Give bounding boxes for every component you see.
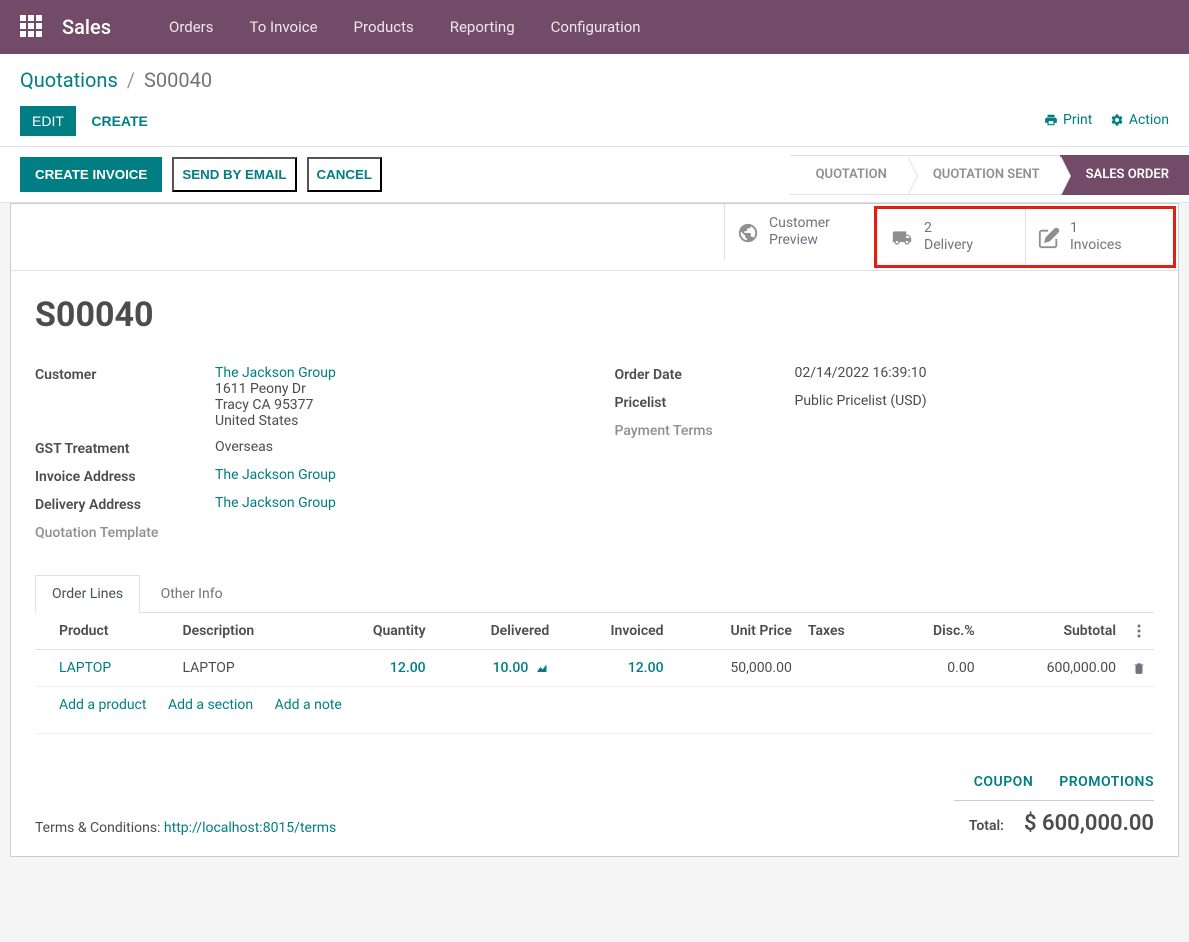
- step-quotation[interactable]: QUOTATION: [790, 155, 907, 195]
- table-row[interactable]: LAPTOP LAPTOP 12.00 10.00 12.00 50,000.0…: [35, 650, 1154, 687]
- promotions-link[interactable]: PROMOTIONS: [1059, 774, 1154, 790]
- tab-other-info[interactable]: Other Info: [144, 575, 240, 612]
- breadcrumb: Quotations / S00040: [20, 68, 1169, 92]
- row-actions: Add a product Add a section Add a note: [35, 687, 1154, 734]
- gst-label: GST Treatment: [35, 439, 215, 457]
- button-box: Customer Preview 2 Delivery 1: [11, 204, 1178, 271]
- create-button[interactable]: CREATE: [79, 106, 160, 136]
- highlighted-stat-group: 2 Delivery 1 Invoices: [874, 206, 1176, 268]
- chart-icon: [535, 662, 549, 674]
- add-product[interactable]: Add a product: [59, 697, 146, 713]
- tabs: Order Lines Other Info: [35, 575, 1154, 613]
- edit-button[interactable]: EDIT: [20, 106, 76, 136]
- statusbar: CREATE INVOICE SEND BY EMAIL CANCEL QUOT…: [0, 147, 1189, 203]
- delivery-addr-link[interactable]: The Jackson Group: [215, 495, 336, 511]
- topbar: Sales Orders To Invoice Products Reporti…: [0, 0, 1189, 54]
- col-invoiced: Invoiced: [557, 613, 671, 650]
- customer-label: Customer: [35, 365, 215, 383]
- invoice-addr-link[interactable]: The Jackson Group: [215, 467, 336, 483]
- line-delivered[interactable]: 10.00: [434, 650, 558, 687]
- breadcrumb-root[interactable]: Quotations: [20, 68, 118, 92]
- invoice-addr-label: Invoice Address: [35, 467, 215, 485]
- nav-configuration[interactable]: Configuration: [533, 18, 659, 36]
- form-sheet: Customer Preview 2 Delivery 1: [10, 203, 1179, 857]
- line-subtotal: 600,000.00: [983, 650, 1124, 687]
- print-icon: [1044, 113, 1058, 127]
- col-delivered: Delivered: [434, 613, 558, 650]
- step-sales-order[interactable]: SALES ORDER: [1060, 155, 1189, 195]
- line-quantity[interactable]: 12.00: [320, 650, 434, 687]
- col-disc: Disc.%: [887, 613, 982, 650]
- pencil-square-icon: [1038, 225, 1060, 250]
- create-invoice-button[interactable]: CREATE INVOICE: [20, 157, 162, 192]
- customer-link[interactable]: The Jackson Group: [215, 365, 336, 381]
- quote-tpl-label: Quotation Template: [35, 523, 215, 541]
- app-title[interactable]: Sales: [62, 15, 111, 39]
- breadcrumb-sep: /: [127, 68, 135, 92]
- action-button[interactable]: Action: [1110, 112, 1169, 128]
- step-quotation-sent[interactable]: QUOTATION SENT: [907, 155, 1060, 195]
- col-unit-price: Unit Price: [672, 613, 800, 650]
- gst-value: Overseas: [215, 439, 575, 455]
- col-subtotal: Subtotal: [983, 613, 1124, 650]
- order-date-value: 02/14/2022 16:39:10: [795, 365, 1155, 381]
- col-kebab[interactable]: [1124, 613, 1154, 650]
- print-button[interactable]: Print: [1044, 112, 1092, 128]
- col-taxes: Taxes: [800, 613, 887, 650]
- tab-order-lines[interactable]: Order Lines: [35, 575, 140, 613]
- trash-icon[interactable]: [1132, 661, 1146, 675]
- line-invoiced[interactable]: 12.00: [557, 650, 671, 687]
- globe-icon: [737, 220, 759, 245]
- add-note[interactable]: Add a note: [275, 697, 342, 713]
- col-description: Description: [174, 613, 319, 650]
- nav-products[interactable]: Products: [336, 18, 432, 36]
- gear-icon: [1110, 113, 1124, 127]
- coupon-link[interactable]: COUPON: [974, 774, 1034, 790]
- line-unit-price: 50,000.00: [672, 650, 800, 687]
- pricelist-value: Public Pricelist (USD): [795, 393, 1155, 409]
- terms: Terms & Conditions: http://localhost:801…: [35, 820, 336, 836]
- line-description: LAPTOP: [174, 650, 319, 687]
- total-label: Total:: [969, 818, 1004, 834]
- subheader: Quotations / S00040 EDIT CREATE Print Ac…: [0, 54, 1189, 147]
- order-lines-table: Product Description Quantity Delivered I…: [35, 613, 1154, 734]
- pricelist-label: Pricelist: [615, 393, 795, 411]
- truck-icon: [890, 225, 914, 250]
- send-email-button[interactable]: SEND BY EMAIL: [172, 157, 296, 192]
- breadcrumb-current: S00040: [144, 68, 212, 92]
- line-disc: 0.00: [887, 650, 982, 687]
- summary: Terms & Conditions: http://localhost:801…: [11, 734, 1178, 856]
- col-quantity: Quantity: [320, 613, 434, 650]
- nav-reporting[interactable]: Reporting: [432, 18, 533, 36]
- nav-orders[interactable]: Orders: [151, 18, 232, 36]
- line-product[interactable]: LAPTOP: [59, 660, 111, 676]
- invoices-button[interactable]: 1 Invoices: [1025, 209, 1173, 265]
- payment-terms-label: Payment Terms: [615, 421, 795, 439]
- cancel-button[interactable]: CANCEL: [307, 157, 383, 192]
- total-amount: $ 600,000.00: [1024, 811, 1154, 836]
- col-product: Product: [35, 613, 174, 650]
- kebab-icon: [1137, 624, 1141, 638]
- apps-icon[interactable]: [20, 15, 44, 39]
- line-taxes: [800, 650, 887, 687]
- delivery-addr-label: Delivery Address: [35, 495, 215, 513]
- delivery-button[interactable]: 2 Delivery: [877, 209, 1025, 265]
- status-steps: QUOTATION QUOTATION SENT SALES ORDER: [790, 155, 1189, 195]
- order-date-label: Order Date: [615, 365, 795, 383]
- add-section[interactable]: Add a section: [168, 697, 253, 713]
- nav-to-invoice[interactable]: To Invoice: [232, 18, 336, 36]
- customer-value: The Jackson Group 1611 Peony Dr Tracy CA…: [215, 365, 575, 429]
- terms-link[interactable]: http://localhost:8015/terms: [164, 820, 336, 836]
- customer-preview-button[interactable]: Customer Preview: [724, 204, 872, 260]
- order-title: S00040: [35, 295, 1154, 335]
